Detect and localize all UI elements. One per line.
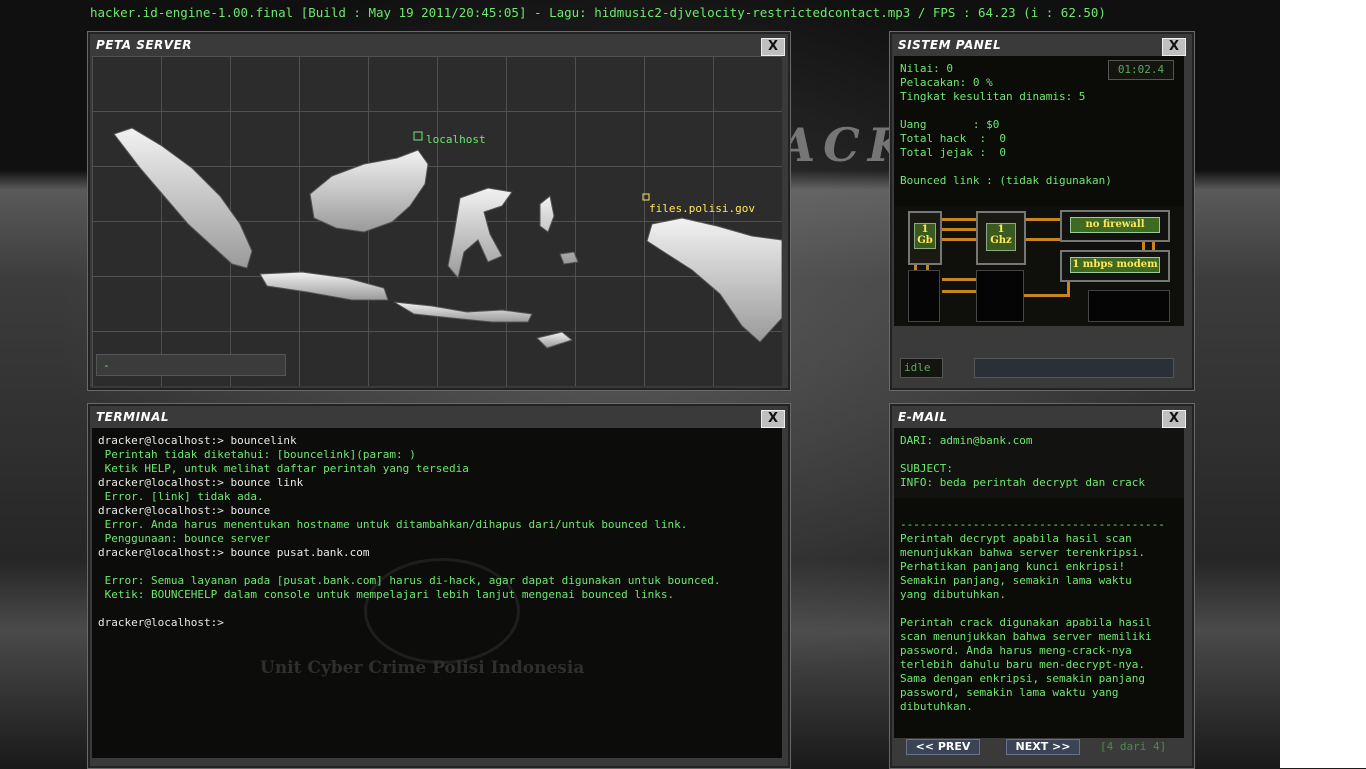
stat-line: Total jejak : 0 [900,146,1006,159]
terminal-output-line: Perintah tidak diketahui: [bouncelink](p… [98,448,416,461]
circuit-trace [942,238,978,241]
cpu-chip[interactable]: 1 Ghz [976,211,1026,265]
terminal-prompt-line: dracker@localhost:> bounce link [98,476,304,489]
island-sulawesi [447,187,513,280]
cpu-label: 1 Ghz [986,223,1016,251]
island-maluku [539,195,579,265]
terminal-prompt-line: dracker@localhost:> bounce [98,504,271,517]
island-papua [646,217,782,343]
engine-status-line: hacker.id-engine-1.00.final [Build : May… [90,5,1106,20]
empty-ram-slot[interactable] [908,270,940,322]
email-body-line: Perhatikan panjang kunci enkripsi! [900,560,1126,573]
close-button[interactable]: X [1162,410,1186,428]
email-page-indicator: [4 dari 4] [1100,740,1167,753]
terminal-output-line: Error. [link] tidak ada. [98,490,264,503]
email-subject-label: SUBJECT: [900,462,953,475]
prev-email-button[interactable]: << PREV [906,739,980,755]
close-button[interactable]: X [761,410,785,428]
modem-label: 1 mbps modem [1070,257,1160,273]
terminal-console[interactable]: Unit Cyber Crime Polisi Indonesia dracke… [92,428,782,758]
circuit-trace [1067,282,1070,296]
circuit-trace [942,290,976,293]
terminal-output-line: Error. Anda harus menentukan hostname un… [98,518,688,531]
email-body-line: password, semakin lama waktu yang [900,686,1119,699]
sistem-panel-window: SISTEM PANEL X 01:02.4 Nilai: 0 Pelacaka… [889,31,1195,391]
window-title: E-MAIL [898,410,948,424]
files-polisi-node[interactable] [642,193,650,201]
island-java [259,271,389,301]
stat-line: Tingkat kesulitan dinamis: 5 [900,90,1086,103]
island-nusa [393,301,533,323]
email-body-line: dibutuhkan. [900,700,973,713]
terminal-window: TERMINAL X Unit Cyber Crime Polisi Indon… [87,403,791,769]
circuit-trace [942,278,976,281]
email-subject: INFO: beda perintah decrypt dan crack [900,476,1146,489]
terminal-output-line: Error: Semua layanan pada [pusat.bank.co… [98,574,721,587]
localhost-node[interactable] [413,131,423,141]
stat-line: Total hack : 0 [900,132,1006,145]
terminal-output-line: Ketik HELP, untuk melihat daftar perinta… [98,462,469,475]
game-timer: 01:02.4 [1108,60,1174,80]
terminal-prompt-line: dracker@localhost:> [98,616,224,629]
terminal-output-line: Ketik: BOUNCEHELP dalam console untuk me… [98,588,675,601]
email-body-line: terlebih dahulu baru men-decrypt-nya. [900,658,1146,671]
island-kalimantan [309,149,429,233]
circuit-trace [1026,218,1060,221]
email-content: DARI: admin@bank.com SUBJECT: INFO: beda… [894,428,1184,738]
empty-cpu-slot[interactable] [976,270,1024,322]
activity-progress-bar [974,358,1174,378]
window-title: PETA SERVER [96,38,193,52]
indonesia-map [113,127,782,349]
email-body-line: password. Anda harus meng-crack-nya [900,644,1132,657]
close-button[interactable]: X [1162,38,1186,56]
island-sumatra [113,127,253,269]
circuit-trace [942,228,978,231]
stat-line: Pelacakan: 0 % [900,76,993,89]
email-body-line: menunjukkan bahwa server terenkripsi. [900,546,1146,559]
activity-status: idle [900,358,943,378]
terminal-output-line: Penggunaan: bounce server [98,532,271,545]
stats-panel: 01:02.4 Nilai: 0 Pelacakan: 0 % Tingkat … [894,56,1184,206]
terminal-prompt-line: dracker@localhost:> bouncelink [98,434,297,447]
ram-label: 1 Gb [914,223,936,249]
firewall-label: no firewall [1070,217,1160,233]
peta-server-window: PETA SERVER X localhost files.polisi.gov… [87,31,791,391]
server-map[interactable]: localhost files.polisi.gov - [92,56,782,386]
watermark-text: Unit Cyber Crime Polisi Indonesia [260,658,585,678]
hardware-board: 1 Gb 1 Ghz no firewall 1 mbps modem [894,206,1184,326]
email-body-line: Perintah decrypt apabila hasil scan [900,532,1132,545]
email-body-line: Semakin panjang, semakin lama waktu [900,574,1132,587]
map-status-bar: - [96,354,286,376]
firewall-slot[interactable]: no firewall [1060,210,1170,242]
stat-line: Bounced link : (tidak digunakan) [900,174,1112,187]
email-body-line: Perintah crack digunakan apabila hasil [900,616,1152,629]
empty-expansion-slot[interactable] [1088,290,1170,322]
map-location-localhost[interactable]: localhost [426,133,486,146]
email-window: E-MAIL X DARI: admin@bank.com SUBJECT: I… [889,403,1195,769]
stat-line: Uang : $0 [900,118,1000,131]
email-body-line: Sama dengan enkripsi, semakin panjang [900,672,1146,685]
circuit-trace [1024,294,1070,297]
next-email-button[interactable]: NEXT >> [1006,739,1080,755]
circuit-trace [1026,238,1060,241]
island-timor [536,331,574,349]
circuit-trace [942,218,978,221]
email-divider: ---------------------------------------- [900,518,1165,531]
email-from: DARI: admin@bank.com [900,434,1033,447]
email-header: DARI: admin@bank.com SUBJECT: INFO: beda… [894,428,1184,498]
stat-line: Nilai: 0 [900,62,953,75]
ram-chip[interactable]: 1 Gb [908,211,942,265]
window-title: TERMINAL [96,410,170,424]
terminal-prompt-line: dracker@localhost:> bounce pusat.bank.co… [98,546,370,559]
email-body-line: scan menunjukkan bahwa server memiliki [900,630,1152,643]
modem-slot[interactable]: 1 mbps modem [1060,250,1170,282]
islands [113,127,782,349]
screen-edge [1280,0,1366,768]
map-location-files-polisi[interactable]: files.polisi.gov [649,202,755,215]
close-button[interactable]: X [761,38,785,56]
window-title: SISTEM PANEL [898,38,1002,52]
email-body-line: yang dibutuhkan. [900,588,1006,601]
